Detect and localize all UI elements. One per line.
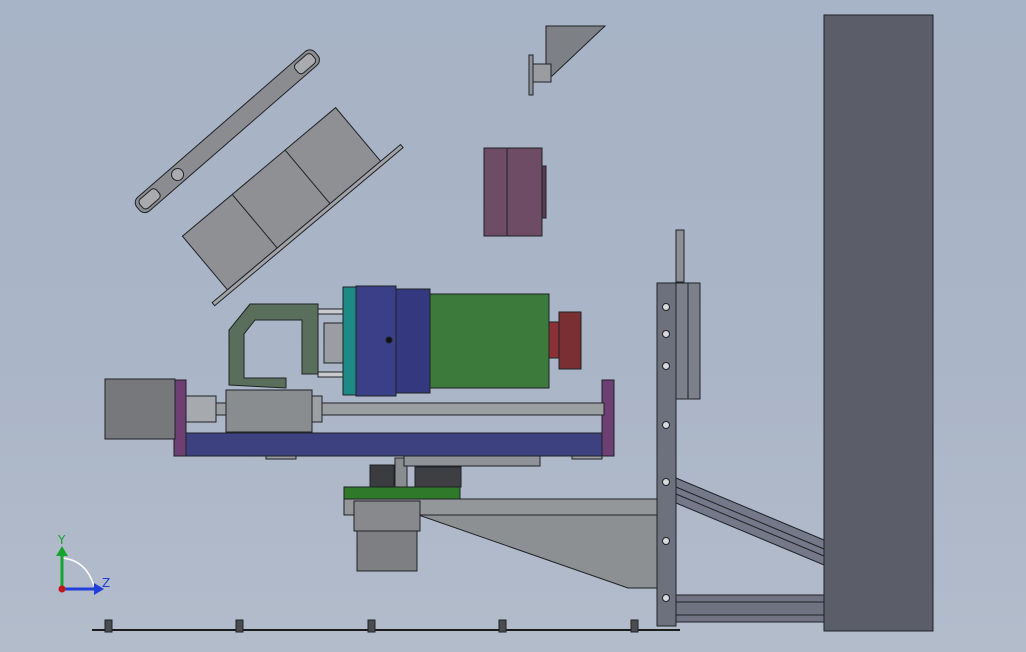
assembly-drawing: Y Z (56, 14, 934, 633)
bearing-plate[interactable] (675, 282, 701, 400)
pcb-connector-right[interactable] (414, 466, 462, 488)
z-axis-label: Z (102, 576, 110, 590)
bracket-screws (317, 308, 345, 378)
carriage-side-block[interactable] (311, 395, 323, 423)
y-axis-label: Y (57, 533, 66, 547)
control-pcb[interactable] (343, 486, 461, 500)
rail-end-plate-left[interactable] (173, 379, 187, 457)
diagonal-brace[interactable] (675, 477, 825, 566)
motor-screw-hole (385, 336, 393, 344)
motor-end-cap[interactable] (548, 321, 560, 359)
linear-rail-base[interactable] (177, 432, 607, 457)
c-bracket[interactable] (228, 303, 319, 389)
motor-brake[interactable] (558, 311, 582, 370)
motor-teal-ring[interactable] (342, 286, 357, 396)
vertical-frame-plate[interactable] (823, 14, 934, 632)
triangular-gusset[interactable] (409, 511, 658, 589)
cad-viewport[interactable]: Y Z (0, 0, 1026, 652)
mauve-enclosure-tab[interactable] (541, 165, 547, 219)
triad-origin-icon (58, 585, 66, 593)
tilted-hood[interactable] (167, 91, 404, 307)
coordinate-triad: Y Z (56, 533, 110, 595)
lower-support-beam[interactable] (675, 594, 825, 623)
rail-top-tab[interactable] (675, 229, 685, 283)
bottom-drive-motor[interactable] (356, 524, 418, 572)
screw-coupler[interactable] (185, 395, 217, 423)
mauve-enclosure[interactable] (483, 147, 543, 237)
stepper-motor-left[interactable] (104, 378, 176, 440)
pcb-relay-left[interactable] (369, 464, 395, 488)
carriage-block[interactable] (225, 389, 313, 433)
motor-green-body[interactable] (429, 293, 550, 389)
slider-block[interactable] (403, 455, 541, 467)
triad-arc (61, 557, 95, 587)
y-axis-arrow-icon (56, 546, 68, 556)
bottom-motor-flange[interactable] (353, 500, 421, 532)
top-angle-bracket[interactable] (545, 25, 607, 77)
top-bracket-clamp[interactable] (532, 63, 552, 83)
motor-blue-collar[interactable] (395, 288, 431, 394)
rail-end-plate-right[interactable] (601, 379, 615, 457)
top-bracket-plate[interactable] (528, 54, 534, 96)
